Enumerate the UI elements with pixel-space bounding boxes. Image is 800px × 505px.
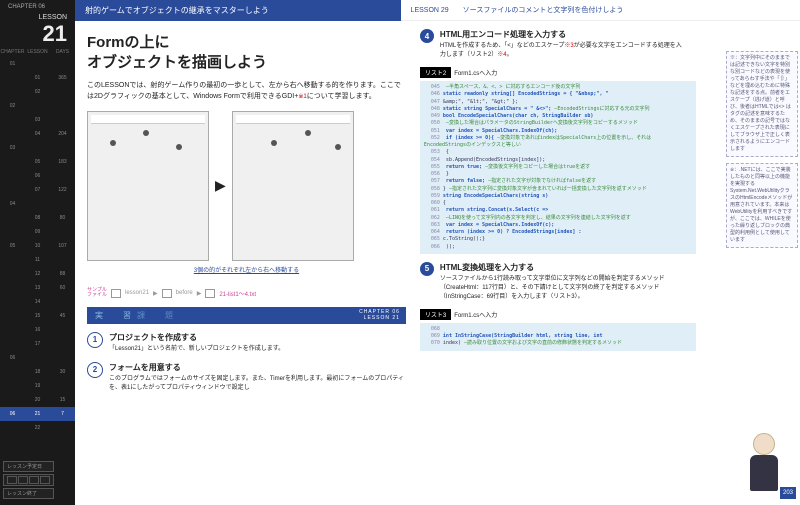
step-number: 5	[420, 262, 434, 276]
figure-caption: 3個の的がそれぞれ左から右へ移動する	[87, 265, 406, 274]
practice-heading: 実 習課 題CHAPTER 06 LESSON 21	[87, 307, 406, 324]
file-icon	[205, 289, 215, 298]
schedule-label: レッスン予定日	[3, 461, 54, 472]
step-title: HTML用エンコード処理を入力する	[440, 29, 685, 40]
lesson-nav-sidebar: CHAPTER 06 LESSON 21 CHAPTERLESSONDAYS 0…	[0, 0, 75, 505]
step-number: 1	[87, 332, 103, 348]
listing-tag: リスト3	[420, 309, 451, 320]
sample-files: サンプル ファイル lesson21▶ before▶ 21-list1〜4.t…	[87, 288, 406, 299]
code-listing-3: 068069int InStringCase(StringBuilder htm…	[420, 323, 696, 351]
footnote-3: ※：文字列中にそのままでは記述できない文字を特別な別コードなどの表現を使ってあら…	[726, 51, 798, 157]
footnote-4: ※：.NETには、ここで実装したものと同等以上の機能を実現するSystem.Ne…	[726, 163, 798, 248]
page-title: Formの上にオブジェクトを描画しよう	[87, 33, 406, 72]
lesson-nav-list: 0101365020203042040305183060712204088009…	[0, 57, 75, 435]
lesson-number: 21	[0, 21, 75, 47]
step-number: 2	[87, 362, 103, 378]
folder-icon	[162, 289, 172, 298]
done-label: レッスン終了	[3, 488, 54, 499]
chapter-label: CHAPTER 06	[0, 0, 75, 10]
step-title: HTML変換処理を入力する	[440, 262, 685, 273]
folder-icon	[111, 289, 121, 298]
step-title: フォームを用意する	[109, 362, 406, 373]
arrow-icon: ▶	[215, 177, 226, 194]
screenshot-after	[232, 111, 354, 261]
code-listing-2: 045 —半角スペース、&、<、> に対応するエンコード後の文字列046stat…	[420, 81, 696, 254]
intro-text: このLESSONでは、射的ゲーム作りの最初の一歩として、左から右へ移動する的を作…	[87, 80, 406, 103]
chapter-title: 射的ゲームでオブジェクトの継承をマスターしよう	[75, 0, 401, 21]
page-number: 203	[780, 487, 796, 499]
screenshot-before	[87, 111, 209, 261]
mascot-avatar	[744, 433, 784, 493]
step-title: プロジェクトを作成する	[109, 332, 284, 343]
step-number: 4	[420, 29, 434, 43]
lesson-ref: LESSON 29 ソースファイルのコメントと文字列を色付けしよう	[401, 0, 800, 21]
listing-tag: リスト2	[420, 67, 451, 78]
